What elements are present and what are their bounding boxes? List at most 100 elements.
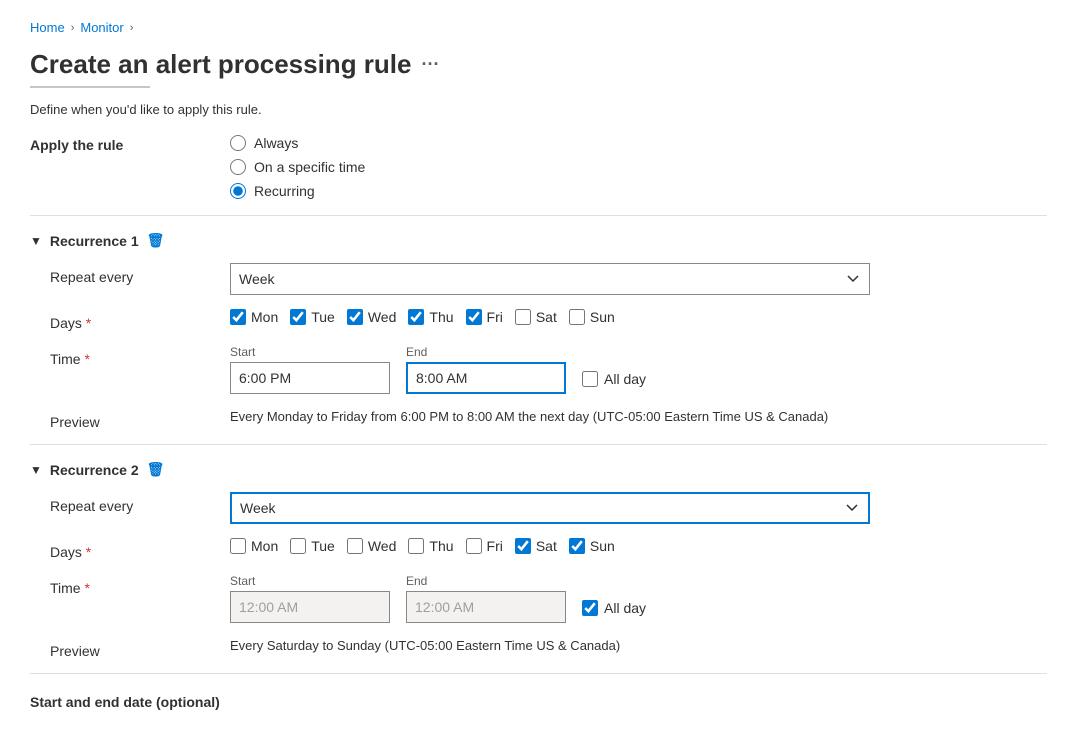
recurrence1-repeat-dropdown[interactable]: Week <box>230 263 870 295</box>
recurrence2-day-fri-label[interactable]: Fri <box>487 538 503 554</box>
recurrence1-time-content: Start End All day <box>230 345 1047 394</box>
page-options-button[interactable]: ··· <box>421 54 439 75</box>
recurrence1-time-row: Time * Start End All day <box>50 345 1047 394</box>
recurrence2-repeat-dropdown[interactable]: Week <box>230 492 870 524</box>
radio-always-input[interactable] <box>230 135 246 151</box>
recurrence1-title: Recurrence 1 <box>50 233 139 249</box>
breadcrumb-sep1: › <box>71 22 75 34</box>
recurrence2-day-sun-label[interactable]: Sun <box>590 538 615 554</box>
recurrence2-days-label: Days * <box>50 538 230 560</box>
radio-always-label[interactable]: Always <box>254 135 298 151</box>
recurrence1-day-wed-label[interactable]: Wed <box>368 309 397 325</box>
recurrence2-day-tue[interactable]: Tue <box>290 538 335 554</box>
radio-always[interactable]: Always <box>230 135 1047 151</box>
start-end-section: Start and end date (optional) <box>30 690 1047 710</box>
recurrence2-day-mon[interactable]: Mon <box>230 538 278 554</box>
recurrence1-day-mon[interactable]: Mon <box>230 309 278 325</box>
radio-recurring-label[interactable]: Recurring <box>254 183 315 199</box>
recurrence1-day-sun-checkbox[interactable] <box>569 309 585 325</box>
recurrence1-day-thu-checkbox[interactable] <box>408 309 424 325</box>
recurrence1-day-tue[interactable]: Tue <box>290 309 335 325</box>
recurrence1-preview-row: Preview Every Monday to Friday from 6:00… <box>50 408 1047 430</box>
recurrence2-day-wed[interactable]: Wed <box>347 538 397 554</box>
recurrence1-time-label: Time * <box>50 345 230 367</box>
radio-specific-input[interactable] <box>230 159 246 175</box>
recurrence2-time-row: Time * Start End All day <box>50 574 1047 623</box>
recurrence1-all-day-checkbox[interactable] <box>582 371 598 387</box>
recurrence2-start-input[interactable] <box>230 591 390 623</box>
recurrence1-day-wed-checkbox[interactable] <box>347 309 363 325</box>
recurrence2-day-wed-checkbox[interactable] <box>347 538 363 554</box>
recurrence1-preview-content: Every Monday to Friday from 6:00 PM to 8… <box>230 408 1047 424</box>
recurrence2-body: Repeat every Week Days * Mon <box>30 492 1047 659</box>
page-title: Create an alert processing rule ··· <box>30 49 1047 80</box>
recurrence2-preview-label: Preview <box>50 637 230 659</box>
breadcrumb-monitor[interactable]: Monitor <box>80 20 123 35</box>
recurrence2-title: Recurrence 2 <box>50 462 139 478</box>
recurrence2-delete-icon[interactable]: 🗑 <box>147 461 165 478</box>
recurrence2-day-mon-checkbox[interactable] <box>230 538 246 554</box>
breadcrumb-home[interactable]: Home <box>30 20 65 35</box>
recurrence1-day-sat-label[interactable]: Sat <box>536 309 557 325</box>
recurrence2-time-inputs: Start End All day <box>230 574 1047 623</box>
recurrence2-all-day[interactable]: All day <box>582 600 646 616</box>
recurrence1-all-day[interactable]: All day <box>582 371 646 387</box>
radio-specific-time[interactable]: On a specific time <box>230 159 1047 175</box>
recurrence1-start-label: Start <box>230 345 390 359</box>
recurrence1-preview-label: Preview <box>50 408 230 430</box>
recurrence1-day-thu-label[interactable]: Thu <box>429 309 453 325</box>
radio-recurring[interactable]: Recurring <box>230 183 1047 199</box>
recurrence2-all-day-checkbox[interactable] <box>582 600 598 616</box>
recurrence2-day-thu[interactable]: Thu <box>408 538 453 554</box>
recurrence1-day-tue-checkbox[interactable] <box>290 309 306 325</box>
recurrence1-day-tue-label[interactable]: Tue <box>311 309 335 325</box>
recurrence2-day-tue-checkbox[interactable] <box>290 538 306 554</box>
recurrence2-header[interactable]: ▼ Recurrence 2 🗑 <box>30 461 1047 478</box>
recurrence2-all-day-label[interactable]: All day <box>604 600 646 616</box>
recurrence1-day-thu[interactable]: Thu <box>408 309 453 325</box>
recurrence1-time-inputs: Start End All day <box>230 345 1047 394</box>
apply-rule-label: Apply the rule <box>30 135 230 199</box>
recurrence1-end-label: End <box>406 345 566 359</box>
recurrence2-day-sat-label[interactable]: Sat <box>536 538 557 554</box>
recurrence2-day-fri[interactable]: Fri <box>466 538 503 554</box>
recurrence2-day-thu-label[interactable]: Thu <box>429 538 453 554</box>
recurrence1-end-input[interactable] <box>406 362 566 394</box>
recurrence2-day-sun-checkbox[interactable] <box>569 538 585 554</box>
recurrence1-day-fri-label[interactable]: Fri <box>487 309 503 325</box>
recurrence2-preview-content: Every Saturday to Sunday (UTC-05:00 East… <box>230 637 1047 653</box>
recurrence1-day-sat-checkbox[interactable] <box>515 309 531 325</box>
recurrence2-day-mon-label[interactable]: Mon <box>251 538 278 554</box>
recurrence2-end-input[interactable] <box>406 591 566 623</box>
recurrence2-start-field: Start <box>230 574 390 623</box>
radio-recurring-input[interactable] <box>230 183 246 199</box>
recurrence1-days-content: Mon Tue Wed Thu <box>230 309 1047 325</box>
recurrence1-start-input[interactable] <box>230 362 390 394</box>
recurrence2-days-checkboxes: Mon Tue Wed Thu <box>230 538 1047 554</box>
recurrence2-day-sat[interactable]: Sat <box>515 538 557 554</box>
recurrence1-header[interactable]: ▼ Recurrence 1 🗑 <box>30 232 1047 249</box>
recurrence2-day-wed-label[interactable]: Wed <box>368 538 397 554</box>
recurrence1-all-day-label[interactable]: All day <box>604 371 646 387</box>
radio-specific-label[interactable]: On a specific time <box>254 159 365 175</box>
recurrence1-day-mon-label[interactable]: Mon <box>251 309 278 325</box>
recurrence1-delete-icon[interactable]: 🗑 <box>147 232 165 249</box>
recurrence1-day-fri[interactable]: Fri <box>466 309 503 325</box>
recurrence1-days-required: * <box>86 315 91 331</box>
recurrence1-day-sat[interactable]: Sat <box>515 309 557 325</box>
recurrence2-day-sat-checkbox[interactable] <box>515 538 531 554</box>
recurrence1-day-mon-checkbox[interactable] <box>230 309 246 325</box>
recurrence2-day-sun[interactable]: Sun <box>569 538 615 554</box>
breadcrumb-sep2: › <box>130 22 134 34</box>
recurrence2-day-thu-checkbox[interactable] <box>408 538 424 554</box>
recurrence2-day-fri-checkbox[interactable] <box>466 538 482 554</box>
recurrence2-days-required: * <box>86 544 91 560</box>
recurrence1-day-wed[interactable]: Wed <box>347 309 397 325</box>
recurrence1-repeat-content: Week <box>230 263 1047 295</box>
recurrence2-preview-row: Preview Every Saturday to Sunday (UTC-05… <box>50 637 1047 659</box>
recurrence1-day-sun-label[interactable]: Sun <box>590 309 615 325</box>
recurrence2-day-tue-label[interactable]: Tue <box>311 538 335 554</box>
recurrence1-day-sun[interactable]: Sun <box>569 309 615 325</box>
page-subtitle: Define when you'd like to apply this rul… <box>30 102 1047 117</box>
recurrence1-day-fri-checkbox[interactable] <box>466 309 482 325</box>
